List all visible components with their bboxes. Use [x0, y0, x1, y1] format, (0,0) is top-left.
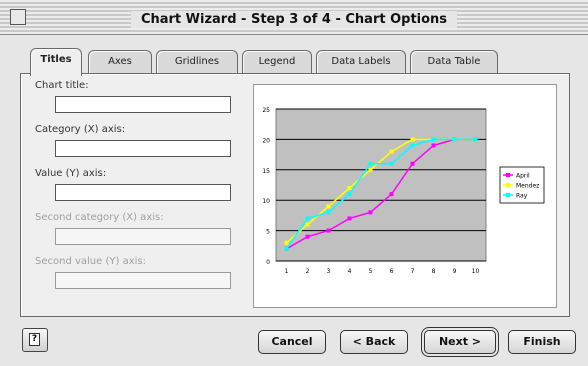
data-point — [305, 234, 310, 239]
chart-svg: 0 5 10 15 20 25 1 2 3 4 5 6 7 8 9 10 April Mendez Ray — [262, 107, 545, 275]
data-point — [368, 210, 373, 215]
tab-data-table[interactable]: Data Table — [410, 50, 498, 75]
x-tick-label: 6 — [390, 268, 394, 275]
data-point — [326, 228, 331, 233]
x-tick-label: 2 — [306, 268, 310, 275]
data-point — [368, 167, 373, 172]
chart-title-label: Chart title: — [35, 80, 89, 91]
value-axis-label: Value (Y) axis: — [35, 168, 107, 179]
finish-button[interactable]: Finish — [508, 330, 576, 354]
y-tick-label: 20 — [262, 137, 270, 144]
second-category-axis-label: Second category (X) axis: — [35, 212, 164, 223]
help-button[interactable]: ? — [22, 328, 48, 352]
y-tick-label: 0 — [266, 259, 270, 266]
next-button[interactable]: Next > — [424, 330, 496, 354]
data-point — [389, 149, 394, 154]
data-point — [326, 210, 331, 215]
title-bar[interactable]: Chart Wizard - Step 3 of 4 - Chart Optio… — [0, 0, 588, 35]
y-tick-label: 15 — [262, 168, 270, 175]
data-point — [305, 216, 310, 221]
data-point — [473, 137, 478, 142]
cancel-button[interactable]: Cancel — [258, 330, 326, 354]
data-point — [347, 192, 352, 197]
window-title-wrap: Chart Wizard - Step 3 of 4 - Chart Optio… — [0, 8, 588, 28]
x-tick-label: 5 — [369, 268, 373, 275]
chart-title-input[interactable] — [55, 96, 231, 113]
data-point — [410, 143, 415, 148]
legend-label: April — [516, 173, 530, 180]
data-point — [347, 186, 352, 191]
legend-label: Mendez — [516, 183, 539, 190]
y-tick-label: 25 — [262, 107, 270, 114]
legend-marker — [506, 193, 510, 197]
second-category-axis-input — [55, 228, 231, 245]
tab-data-labels[interactable]: Data Labels — [316, 50, 406, 75]
data-point — [410, 161, 415, 166]
x-tick-label: 7 — [411, 268, 415, 275]
data-point — [389, 161, 394, 166]
back-button[interactable]: < Back — [340, 330, 408, 354]
second-value-axis-input[interactable] — [55, 272, 231, 289]
x-tick-label: 8 — [432, 268, 436, 275]
tab-titles[interactable]: Titles — [30, 48, 82, 76]
data-point — [347, 216, 352, 221]
help-icon: ? — [29, 333, 40, 346]
x-tick-label: 1 — [285, 268, 289, 275]
data-point — [410, 137, 415, 142]
category-axis-label: Category (X) axis: — [35, 124, 126, 135]
data-point — [431, 143, 436, 148]
legend-marker — [506, 183, 510, 187]
y-tick-label: 10 — [262, 198, 270, 205]
x-tick-label: 10 — [472, 268, 480, 275]
legend-label: Ray — [516, 193, 528, 200]
data-point — [326, 204, 331, 209]
data-point — [368, 161, 373, 166]
data-point — [305, 222, 310, 227]
data-point — [284, 246, 289, 251]
data-point — [452, 137, 457, 142]
x-tick-label: 9 — [453, 268, 457, 275]
data-point — [431, 137, 436, 142]
second-value-axis-label: Second value (Y) axis: — [35, 256, 146, 267]
value-axis-input[interactable] — [55, 184, 231, 201]
chart-preview: 0 5 10 15 20 25 1 2 3 4 5 6 7 8 9 10 April Mendez Ray — [253, 84, 557, 308]
legend-marker — [506, 173, 510, 177]
tab-gridlines[interactable]: Gridlines — [156, 50, 238, 75]
titles-panel: Chart title: Category (X) axis: Value (Y… — [20, 73, 570, 317]
data-point — [284, 240, 289, 245]
x-tick-label: 3 — [327, 268, 331, 275]
data-point — [389, 192, 394, 197]
window-title: Chart Wizard - Step 3 of 4 - Chart Optio… — [130, 11, 458, 28]
x-tick-label: 4 — [348, 268, 352, 275]
tab-axes[interactable]: Axes — [88, 50, 152, 75]
tab-legend[interactable]: Legend — [242, 50, 312, 75]
y-tick-label: 5 — [266, 229, 270, 236]
category-axis-input[interactable] — [55, 140, 231, 157]
